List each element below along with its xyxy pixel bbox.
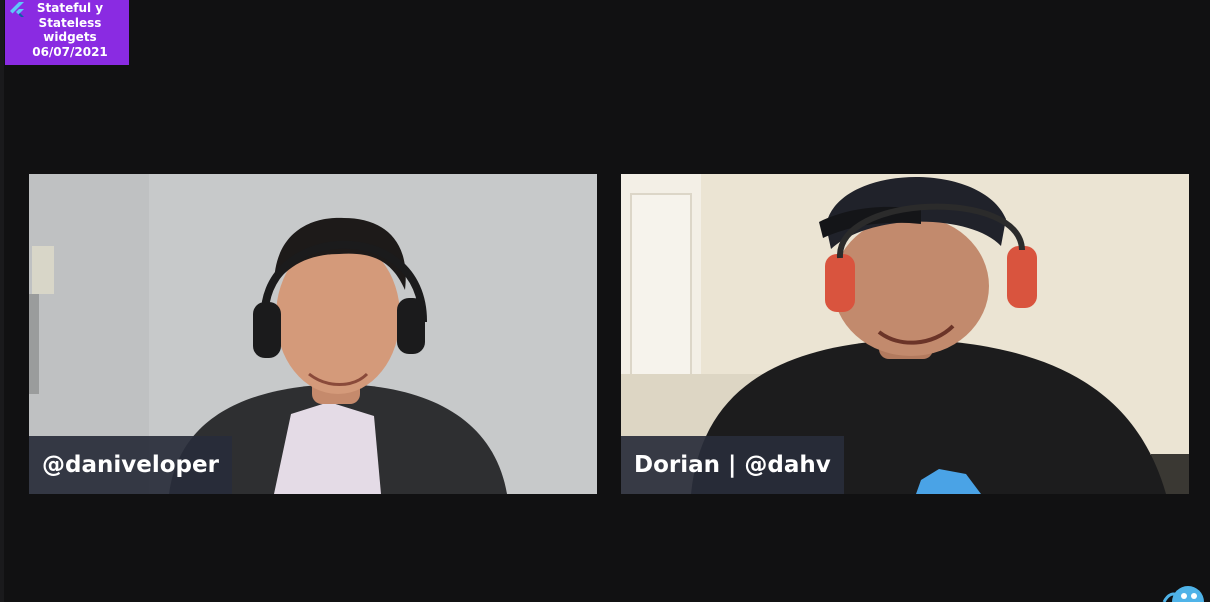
left-edge-strip — [0, 0, 4, 602]
badge-date: 06/07/2021 — [32, 44, 108, 59]
flutter-logo-icon — [10, 2, 24, 17]
participant-name-label: Dorian | @dahv — [621, 436, 844, 494]
badge-line-3: widgets — [43, 30, 97, 44]
stream-title-badge: Stateful y Stateless widgets 06/07/2021 — [5, 0, 129, 65]
mascot-icon — [1162, 586, 1204, 602]
video-tile-dorian[interactable]: Dorian | @dahv — [621, 174, 1189, 494]
stream-stage: Stateful y Stateless widgets 06/07/2021 — [0, 0, 1210, 602]
video-tile-daniveloper[interactable]: @daniveloper — [29, 174, 597, 494]
participant-name-label: @daniveloper — [29, 436, 232, 494]
